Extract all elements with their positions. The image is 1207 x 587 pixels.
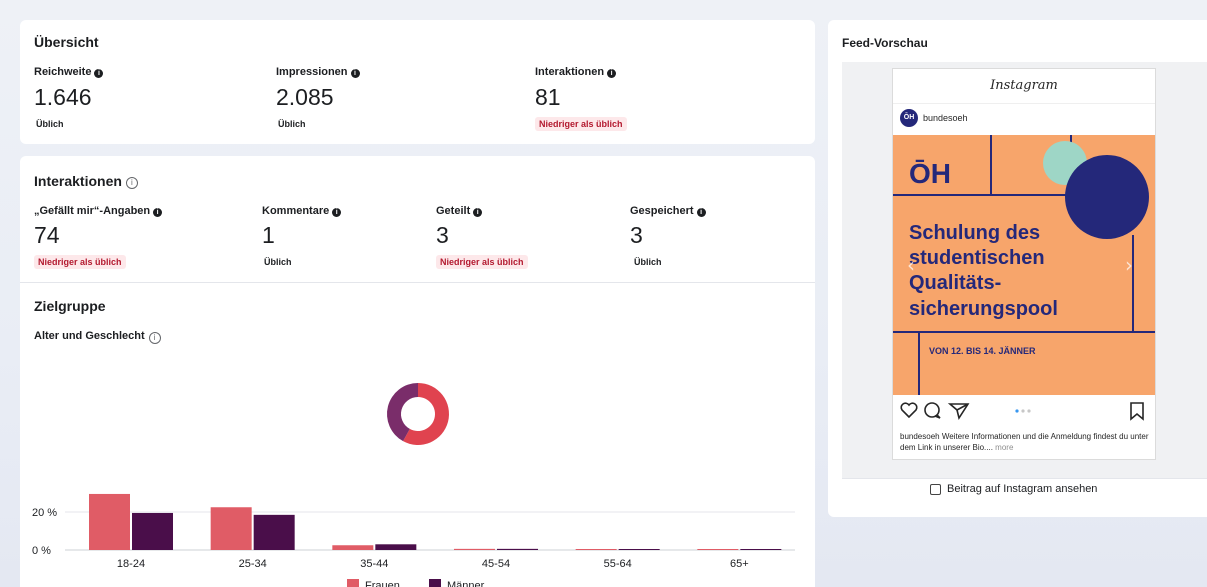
- post-headline-line-2: studentischen: [909, 247, 1045, 269]
- bookmark-icon: [1130, 402, 1144, 421]
- audience-charts: 0 % 20 % 18-24 25-34 35-44 45-54 55-64 65+ Fraue…: [32, 383, 795, 587]
- info-outline-icon: i: [125, 177, 138, 189]
- gender-donut: [386, 383, 449, 445]
- feed-footer-divider: [842, 478, 1207, 479]
- x-tick-label: 35-44: [360, 558, 388, 570]
- impressions-label[interactable]: Impressionen i: [276, 66, 360, 78]
- navy-circle-shape: [1065, 155, 1149, 239]
- bar-women-45-54[interactable]: [454, 548, 495, 550]
- overview-card: Übersicht Reichweite i 1.646 Üblich Impre…: [20, 20, 815, 144]
- likes-label[interactable]: „Gefällt mir“-Angaben i: [34, 205, 163, 217]
- heart-icon: [900, 402, 918, 419]
- bar-men-55-64[interactable]: [618, 549, 660, 550]
- bar-men-25-34[interactable]: [253, 514, 295, 550]
- bar-women-55-64[interactable]: [575, 549, 617, 550]
- post-actions: [900, 402, 1144, 421]
- carousel-dot-active: [1015, 409, 1019, 413]
- info-icon: i: [350, 69, 360, 78]
- bar-men-35-44[interactable]: [375, 544, 417, 550]
- bar-women-65+[interactable]: [697, 549, 739, 550]
- carousel-dot: [1027, 409, 1031, 413]
- post-headline-line-1: Schulung des: [909, 222, 1040, 244]
- post-image[interactable]: ŌH Schulung des studentischen Qualitäts-…: [893, 135, 1155, 395]
- post-headline-line-4: sicherungspool: [909, 298, 1058, 320]
- bar-men-45-54[interactable]: [497, 548, 538, 550]
- carousel-prev-icon: ‹: [907, 253, 915, 277]
- carousel-dot: [1021, 409, 1025, 413]
- info-icon: i: [332, 208, 342, 217]
- info-icon: i: [473, 208, 483, 217]
- bar-women-18-24[interactable]: [89, 493, 130, 550]
- post-logo: ŌH: [909, 158, 951, 189]
- instagram-logo: Instagram: [990, 78, 1058, 93]
- bar-women-25-34[interactable]: [210, 507, 252, 550]
- info-icon: i: [696, 208, 706, 217]
- y-tick-label: 20 %: [32, 507, 57, 519]
- post-date-line: VON 12. BIS 14. JÄNNER: [929, 346, 1036, 356]
- overview-title: Übersicht: [34, 34, 99, 50]
- legend-swatch: [347, 579, 359, 587]
- saves-value: 3: [630, 222, 643, 248]
- x-tick-label: 65+: [730, 558, 749, 570]
- interactions-value: 81: [535, 84, 561, 110]
- info-icon: i: [94, 69, 104, 78]
- reach-label[interactable]: Reichweite i: [34, 66, 104, 78]
- section-divider: [20, 282, 815, 283]
- impressions-status-badge: Üblich: [278, 119, 306, 129]
- bar-men-65+[interactable]: [740, 549, 782, 550]
- audience-title: Zielgruppe: [34, 298, 106, 314]
- interactions-title: Interaktionen i: [34, 173, 138, 189]
- comment-icon: [924, 402, 941, 419]
- age-bar-chart: 0 % 20 % 18-24 25-34 35-44 45-54 55-64 65+ Fraue…: [32, 493, 795, 587]
- view-on-instagram-label: Beitrag auf Instagram ansehen: [947, 483, 1098, 495]
- post-headline-line-3: Qualitäts-: [909, 272, 1001, 294]
- interactions-status-badge: Niedriger als üblich: [535, 117, 627, 131]
- view-on-instagram-link[interactable]: Beitrag auf Instagram ansehen: [930, 483, 1097, 495]
- saves-status-badge: Üblich: [634, 257, 662, 267]
- carousel-next-icon: ›: [1125, 253, 1133, 277]
- legend-swatch: [429, 579, 441, 587]
- bar-women-35-44[interactable]: [332, 545, 374, 550]
- info-icon: i: [607, 69, 617, 78]
- legend-label: Männer: [447, 580, 485, 587]
- bar-men-18-24[interactable]: [132, 512, 173, 550]
- shares-label[interactable]: Geteilt i: [436, 205, 483, 217]
- x-tick-label: 25-34: [239, 558, 267, 570]
- impressions-value: 2.085: [276, 84, 334, 110]
- comments-value: 1: [262, 222, 275, 248]
- legend-label: Frauen: [365, 580, 400, 587]
- x-tick-label: 18-24: [117, 558, 145, 570]
- info-icon: i: [153, 208, 163, 217]
- x-tick-label: 45-54: [482, 558, 510, 570]
- comments-label[interactable]: Kommentare i: [262, 205, 342, 217]
- instagram-post-frame: Instagram ŌH bundesoeh ŌH Schulung des s…: [892, 68, 1156, 460]
- account-avatar[interactable]: ŌH: [900, 109, 918, 127]
- likes-status-badge: Niedriger als üblich: [34, 255, 126, 269]
- ig-header-divider: [893, 103, 1155, 104]
- y-tick-label: 0 %: [32, 545, 51, 557]
- reach-value: 1.646: [34, 84, 92, 110]
- account-name[interactable]: bundesoeh: [923, 113, 968, 123]
- x-tick-label: 55-64: [604, 558, 632, 570]
- external-link-icon: [930, 483, 941, 495]
- caption-more-link[interactable]: more: [995, 443, 1013, 452]
- shares-status-badge: Niedriger als üblich: [436, 255, 528, 269]
- comments-status-badge: Üblich: [264, 257, 292, 267]
- shares-value: 3: [436, 222, 449, 248]
- reach-status-badge: Üblich: [36, 119, 64, 129]
- share-icon: [947, 403, 970, 420]
- post-caption: bundesoeh Weitere Informationen und die …: [900, 432, 1149, 452]
- likes-value: 74: [34, 222, 60, 248]
- saves-label[interactable]: Gespeichert i: [630, 205, 706, 217]
- interactions-label[interactable]: Interaktionen i: [535, 66, 617, 78]
- feed-title: Feed-Vorschau: [842, 36, 928, 50]
- feed-preview-card: Feed-Vorschau Instagram ŌH bundesoeh ŌH …: [828, 20, 1207, 517]
